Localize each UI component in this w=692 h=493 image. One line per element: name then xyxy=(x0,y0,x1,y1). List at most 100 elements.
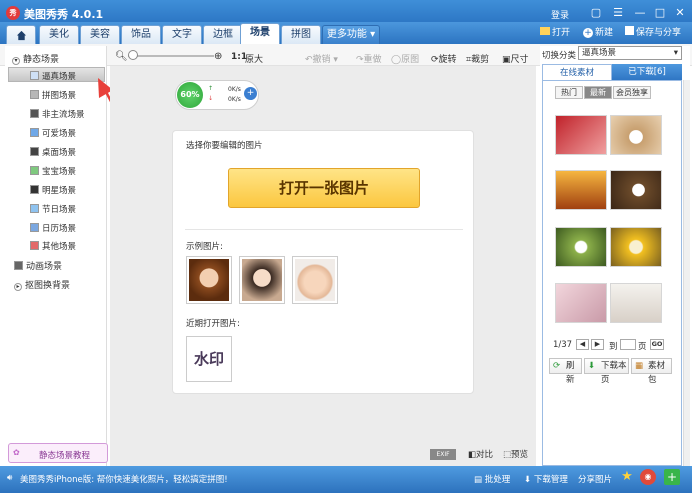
close-button[interactable]: ✕ xyxy=(672,5,688,20)
sidebar-item-cute[interactable]: 可爱场景 xyxy=(30,127,76,139)
menu-icon[interactable]: ☰ xyxy=(610,5,626,20)
tab-home[interactable] xyxy=(6,25,36,44)
download-page-button[interactable]: ⬇ 下载本页 xyxy=(584,358,629,385)
chevron-down-icon: ▾ xyxy=(673,48,678,58)
tab-frame[interactable]: 边框 xyxy=(203,25,243,44)
sidebar-item-other[interactable]: 其他场景 xyxy=(30,240,76,252)
filter-newest[interactable]: 最新 xyxy=(584,86,612,99)
tab-collage[interactable]: 拼图 xyxy=(281,25,321,44)
sidebar-item-desktop[interactable]: 桌面场景 xyxy=(30,146,76,158)
material-thumb-3[interactable] xyxy=(555,170,607,210)
message-icon[interactable]: ▢ xyxy=(588,5,604,20)
batch-icon: ▤ xyxy=(474,475,483,485)
sidebar-item-star[interactable]: 明星场景 xyxy=(30,184,76,196)
redo-icon: ↷ xyxy=(356,55,364,65)
material-thumb-7[interactable] xyxy=(555,283,607,323)
page-unit-label: 页 xyxy=(638,342,647,352)
open-image-button[interactable]: 打开一张图片 xyxy=(228,168,420,208)
select-image-prompt: 选择你要编辑的图片 xyxy=(186,141,263,151)
example-image-1[interactable] xyxy=(186,256,232,304)
login-link[interactable]: 登录 xyxy=(551,8,569,21)
compare-button[interactable]: ◧对比 xyxy=(468,448,493,460)
material-thumb-8[interactable] xyxy=(610,283,662,323)
speaker-icon: 🔊︎ xyxy=(7,473,13,483)
minimize-button[interactable]: — xyxy=(632,5,648,20)
add-icon[interactable]: + xyxy=(664,469,680,485)
preview-icon: ⬚ xyxy=(503,450,512,460)
zoom-in-icon[interactable]: ⊕ xyxy=(214,51,222,62)
sidebar-item-nonmainstream[interactable]: 非主流场景 xyxy=(30,108,85,120)
redo-button[interactable]: ↷重做 xyxy=(356,52,382,65)
sidebar-item-collage[interactable]: 拼图场景 xyxy=(30,89,76,101)
upload-speed: 0K/s xyxy=(228,86,241,93)
preview-button[interactable]: ⬚预览 xyxy=(503,448,528,460)
category-label: 切换分类 xyxy=(542,51,577,61)
example-image-2[interactable] xyxy=(239,256,285,304)
zoom-slider[interactable] xyxy=(128,55,214,57)
restore-button[interactable]: ◯原图 xyxy=(391,52,419,65)
star-icon[interactable]: ★ xyxy=(619,469,635,485)
zoom-slider-handle[interactable] xyxy=(128,50,138,60)
material-thumb-2[interactable] xyxy=(610,115,662,155)
material-thumb-4[interactable] xyxy=(610,170,662,210)
examples-label: 示例图片: xyxy=(186,242,223,252)
next-page-button[interactable]: ▶ xyxy=(591,339,604,350)
tab-beautify[interactable]: 美化 xyxy=(39,25,79,44)
example-image-3[interactable] xyxy=(292,256,338,304)
expand-icon: ▸ xyxy=(14,283,22,291)
tab-scene[interactable]: 场景 xyxy=(240,23,280,44)
download-speed: 0K/s xyxy=(228,96,241,103)
recent-image-watermark[interactable]: 水印 xyxy=(186,336,232,382)
home-icon xyxy=(16,30,26,41)
save-share-button[interactable]: 保存与分享 xyxy=(625,25,681,41)
material-thumb-1[interactable] xyxy=(555,115,607,155)
new-button[interactable]: + 新建 xyxy=(583,25,613,41)
upload-arrow-icon: ↑ xyxy=(208,85,214,92)
tab-more[interactable]: 更多功能 ▾ xyxy=(322,25,380,44)
open-button[interactable]: 打开 xyxy=(540,25,570,41)
category-select[interactable]: 逼真场景 ▾ xyxy=(578,46,682,60)
zoom-out-icon[interactable]: 🔍︎ xyxy=(115,51,128,62)
sidebar-animated-scenes[interactable]: 动画场景 xyxy=(14,259,62,272)
resize-button[interactable]: ▣尺寸 xyxy=(502,52,529,65)
tab-accessories[interactable]: 饰品 xyxy=(121,25,161,44)
original-size-label[interactable]: 原大 xyxy=(245,52,263,65)
sidebar-item-baby[interactable]: 宝宝场景 xyxy=(30,165,76,177)
accelerate-plus-icon[interactable]: + xyxy=(244,87,257,100)
go-button[interactable]: GO xyxy=(650,339,664,350)
undo-button[interactable]: ↶撤销 ▾ xyxy=(305,52,338,65)
maximize-button[interactable]: □ xyxy=(652,5,668,20)
tab-downloaded[interactable]: 已下载[6] xyxy=(612,64,682,80)
save-icon xyxy=(625,26,634,35)
crop-button[interactable]: ⌗裁剪 xyxy=(466,52,489,65)
material-thumb-5[interactable] xyxy=(555,227,607,267)
status-info[interactable]: 美图秀秀iPhone版: 帮你快速美化照片，轻松搞定拼图! xyxy=(20,473,228,485)
tab-online-materials[interactable]: 在线素材 xyxy=(542,64,612,80)
plus-circle-icon: + xyxy=(583,28,593,38)
download-manager-button[interactable]: ⬇ 下载管理 xyxy=(524,473,568,485)
sidebar-item-realistic[interactable]: 逼真场景 xyxy=(30,70,76,82)
filter-hot[interactable]: 热门 xyxy=(555,86,583,99)
tutorial-button[interactable]: ✿ 静态场景教程 xyxy=(8,443,108,463)
scrollbar[interactable] xyxy=(683,80,690,466)
package-icon: ▦ xyxy=(635,361,644,371)
share-image-button[interactable]: 分享图片 xyxy=(578,473,612,485)
batch-process-button[interactable]: ▤ 批处理 xyxy=(474,473,510,485)
sidebar-item-calendar[interactable]: 日历场景 xyxy=(30,222,76,234)
sidebar-item-festival[interactable]: 节日场景 xyxy=(30,203,76,215)
tab-beauty[interactable]: 美容 xyxy=(80,25,120,44)
page-number-input[interactable] xyxy=(620,339,636,350)
sidebar-static-scenes[interactable]: ▾ 静态场景 xyxy=(12,52,59,65)
refresh-button[interactable]: ⟳ 刷新 xyxy=(549,358,582,385)
prev-page-button[interactable]: ◀ xyxy=(576,339,589,350)
filter-vip[interactable]: 会员独享 xyxy=(613,86,651,99)
material-pack-button[interactable]: ▦ 素材包 xyxy=(631,358,672,385)
tab-text[interactable]: 文字 xyxy=(162,25,202,44)
rotate-button[interactable]: ⟳旋转 xyxy=(431,52,457,65)
scene-icon xyxy=(30,204,39,213)
exif-button[interactable]: EXIF xyxy=(430,449,456,460)
weibo-icon[interactable]: ◉ xyxy=(640,469,656,485)
sidebar-cutout-background[interactable]: ▸ 抠图换背景 xyxy=(14,278,70,291)
scene-icon xyxy=(30,90,39,99)
material-thumb-6[interactable] xyxy=(610,227,662,267)
